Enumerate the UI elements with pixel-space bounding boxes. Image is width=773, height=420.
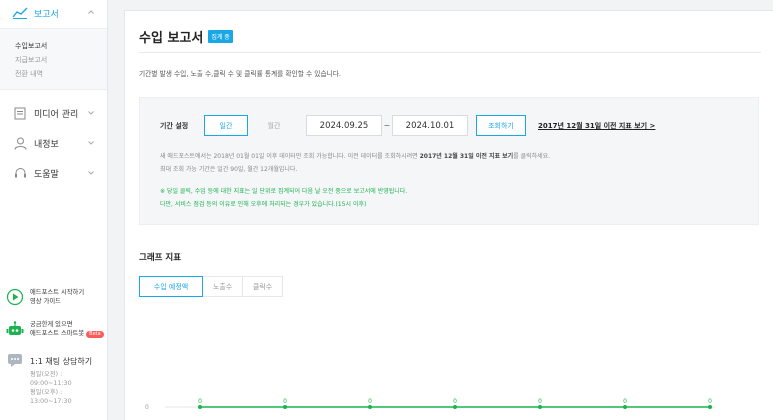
submenu-payment-report[interactable]: 지급보고서: [15, 53, 107, 67]
data-label: 0: [368, 398, 372, 405]
tab-monthly[interactable]: 월간: [252, 115, 296, 136]
date-separator: ~: [383, 121, 391, 130]
beta-badge: Beta: [86, 331, 104, 338]
data-label: 0: [708, 398, 712, 405]
data-point[interactable]: [198, 405, 202, 409]
page-title: 수입 보고서: [139, 31, 204, 46]
start-date-input[interactable]: 2024.09.25: [306, 115, 382, 136]
chat-hours-line: 평일(오전) :: [30, 371, 63, 378]
line-chart-icon: [12, 6, 28, 20]
chat-hours: 평일(오전) : 09:00~11:30 평일(오후) : 13:00~17:3…: [0, 370, 107, 406]
chat-hours-line: 13:00~17:30: [30, 398, 72, 405]
query-button[interactable]: 조회하기: [476, 115, 526, 136]
end-date-input[interactable]: 2024.10.01: [392, 115, 468, 136]
nav-report[interactable]: 보고서: [0, 0, 107, 26]
nav-media-label: 미디어 관리: [34, 109, 79, 120]
nav-help-label: 도움말: [34, 169, 59, 180]
user-icon: [12, 136, 28, 150]
chat-hours-line: 09:00~11:30: [30, 380, 72, 387]
notice-bold-link: 2017년 12월 31일 이전 지표 보기: [419, 153, 514, 160]
nav-help[interactable]: 도움말: [0, 158, 107, 188]
green-notice: ※ 당일 클릭, 수입 등에 대한 지표는 일 단위로 집계되어 다음 날 오전…: [160, 188, 408, 195]
data-label: 0: [623, 398, 627, 405]
line-chart: 0 0 0 0 0 0 0 0: [145, 398, 715, 411]
sidebar: 보고서 수입보고서 지급보고서 전환 내역 미디어 관리 내정보 도움말 애드포…: [0, 0, 108, 420]
notice-text-part: 를 클릭하세요.: [513, 153, 551, 160]
notice-text: 최대 조회 가능 기간은 일간 90일, 월간 12개월입니다.: [160, 166, 298, 173]
data-point[interactable]: [708, 405, 712, 409]
chat-bubble-icon: [6, 352, 24, 370]
data-label: 0: [283, 398, 287, 405]
play-circle-icon: [6, 288, 24, 306]
robot-icon: [6, 320, 24, 338]
chevron-down-icon: [87, 109, 95, 117]
tab-expected-income[interactable]: 수입 예정액: [139, 276, 203, 297]
guide-video-link[interactable]: 애드포스트 시작하기 영상 가이드: [0, 280, 107, 306]
status-badge: 집계 중: [208, 30, 233, 43]
chat-title: 1:1 채팅 상담하기: [30, 356, 93, 366]
y-tick-label: 0: [145, 404, 149, 411]
chat-consult-link[interactable]: 1:1 채팅 상담하기: [0, 338, 107, 370]
data-point[interactable]: [283, 405, 287, 409]
main-panel: 수입 보고서 집계 중 기간별 발생 수입, 노출 수,클릭 수 및 클릭률 통…: [124, 10, 773, 420]
data-point[interactable]: [538, 405, 542, 409]
page-description: 기간별 발생 수입, 노출 수,클릭 수 및 클릭률 통계를 확인할 수 있습니…: [139, 70, 342, 78]
nav-media[interactable]: 미디어 관리: [0, 98, 107, 128]
data-label: 0: [538, 398, 542, 405]
submenu-conversion-history[interactable]: 전환 내역: [15, 67, 107, 81]
headset-icon: [12, 166, 28, 180]
period-label: 기간 설정: [160, 121, 189, 130]
nav-myinfo[interactable]: 내정보: [0, 128, 107, 158]
notice-text: 새 애드포스트에서는 2018년 01월 01일 이후 데이터만 조회 가능합니…: [160, 151, 550, 160]
chevron-down-icon: [87, 169, 95, 177]
data-point[interactable]: [368, 405, 372, 409]
report-submenu: 수입보고서 지급보고서 전환 내역: [0, 28, 107, 90]
green-notice: 다만, 서비스 점검 등의 이유로 인해 오후에 처리되는 경우가 있습니다.(…: [160, 201, 367, 208]
divider: [139, 52, 761, 53]
graph-section-title: 그래프 지표: [139, 253, 182, 263]
old-report-link[interactable]: 2017년 12월 31일 이전 지표 보기 >: [538, 121, 655, 131]
nav-myinfo-label: 내정보: [34, 139, 59, 150]
notice-text-part: 새 애드포스트에서는 2018년 01월 01일 이후 데이터만 조회 가능합니…: [160, 153, 418, 160]
chatbot-line1: 궁금한게 있으면: [30, 321, 73, 328]
guide-line1: 애드포스트 시작하기: [30, 289, 85, 296]
submenu-income-report[interactable]: 수입보고서: [15, 39, 107, 53]
document-icon: [12, 106, 28, 120]
data-label: 0: [453, 398, 457, 405]
chevron-down-icon: [87, 139, 95, 147]
period-filter: 기간 설정 일간 월간 2024.09.25 ~ 2024.10.01 조회하기…: [139, 97, 759, 225]
data-point[interactable]: [623, 405, 627, 409]
guide-line2: 영상 가이드: [30, 298, 61, 305]
data-point[interactable]: [453, 405, 457, 409]
nav-report-label: 보고서: [34, 9, 59, 20]
data-label: 0: [198, 398, 202, 405]
tab-clicks[interactable]: 클릭수: [243, 276, 283, 297]
smartbot-link[interactable]: 궁금한게 있으면 애드포스트 스마트봇 Beta: [0, 306, 107, 338]
tab-daily[interactable]: 일간: [204, 115, 248, 136]
chatbot-line2: 애드포스트 스마트봇: [30, 330, 85, 337]
tab-impressions[interactable]: 노출수: [203, 276, 243, 297]
chevron-up-icon: [87, 8, 95, 16]
chat-hours-line: 평일(오후) :: [30, 389, 63, 396]
graph-tabs: 수입 예정액 노출수 클릭수: [139, 276, 283, 297]
